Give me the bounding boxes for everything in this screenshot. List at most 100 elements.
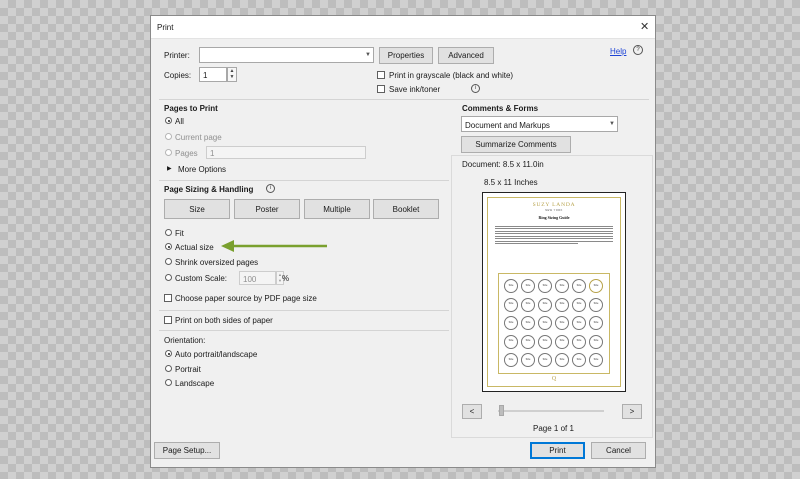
printer-label: Printer: <box>164 51 190 60</box>
custom-scale-radio[interactable] <box>165 274 172 281</box>
more-options-label[interactable]: More Options <box>178 165 226 174</box>
copies-label: Copies: <box>164 71 192 80</box>
ring-grid: Size Size Size Size Size Size Size Size Size Siz… <box>504 279 604 367</box>
cancel-button[interactable]: Cancel <box>591 442 646 459</box>
page-scrollbar-thumb[interactable] <box>499 405 504 416</box>
ring-circle: Size <box>589 279 603 293</box>
ring-circle: Size <box>572 353 586 367</box>
print-button[interactable]: Print <box>530 442 585 459</box>
ring-circle: Size <box>538 316 552 330</box>
ring-circle: Size <box>504 353 518 367</box>
instructions-text-block <box>495 224 613 246</box>
ring-circle: Size <box>538 297 552 312</box>
close-icon[interactable]: ✕ <box>640 20 649 33</box>
ring-circle: Size <box>521 353 535 367</box>
landscape-label: Landscape <box>175 379 215 388</box>
landscape-radio[interactable] <box>165 379 172 386</box>
copies-stepper[interactable]: ▲ ▼ <box>227 67 237 82</box>
ring-circle: Size <box>555 297 569 312</box>
pages-label: Pages <box>175 149 198 158</box>
grayscale-label: Print in grayscale (black and white) <box>389 71 514 80</box>
paper-source-checkbox[interactable] <box>164 294 172 302</box>
ring-circle: Size <box>521 334 535 349</box>
ring-circle: Size <box>521 279 535 293</box>
ring-circle: Size <box>572 297 586 312</box>
save-ink-info-icon[interactable]: i <box>471 84 480 93</box>
next-page-button[interactable]: > <box>622 404 642 419</box>
properties-button[interactable]: Properties <box>379 47 433 64</box>
page-indicator: Page 1 of 1 <box>533 424 574 433</box>
comments-select-value: Document and Markups <box>465 121 550 130</box>
ring-circle: Size <box>538 353 552 367</box>
actual-size-radio[interactable] <box>165 243 172 250</box>
save-ink-checkbox[interactable] <box>377 85 385 93</box>
custom-scale-label: Custom Scale: <box>175 274 228 283</box>
page-setup-button[interactable]: Page Setup... <box>154 442 220 459</box>
ring-circle: Size <box>504 316 518 330</box>
custom-scale-input[interactable]: 100 <box>239 271 276 285</box>
page-sizing-heading: Page Sizing & Handling <box>164 185 254 194</box>
document-size-label: Document: 8.5 x 11.0in <box>462 160 544 169</box>
ring-circle: Size <box>504 334 518 349</box>
pages-to-print-heading: Pages to Print <box>164 104 218 113</box>
paper-source-label: Choose paper source by PDF page size <box>175 294 317 303</box>
help-info-icon[interactable]: ? <box>633 45 643 55</box>
ring-circle: Size <box>589 353 603 367</box>
sizing-divider <box>159 310 449 311</box>
all-pages-radio[interactable] <box>165 117 172 124</box>
help-link[interactable]: Help <box>610 47 626 56</box>
stepper-down-icon[interactable]: ▼ <box>228 74 236 80</box>
poster-tab[interactable]: Poster <box>234 199 300 219</box>
highlight-arrow-icon <box>221 240 327 252</box>
ring-circle: Size <box>555 279 569 293</box>
orientation-label: Orientation: <box>164 336 206 345</box>
page-preview: SUZY LANDA NEW YORK Ring Sizing Guide Si… <box>482 192 626 392</box>
shrink-radio[interactable] <box>165 258 172 265</box>
save-ink-label: Save ink/toner <box>389 85 441 94</box>
sheet-size-label: 8.5 x 11 Inches <box>484 178 538 187</box>
ring-circle: Size <box>589 334 603 349</box>
prev-page-button[interactable]: < <box>462 404 482 419</box>
ring-circle: Size <box>521 316 535 330</box>
actual-size-label: Actual size <box>175 243 214 252</box>
grayscale-checkbox[interactable] <box>377 71 385 79</box>
duplex-divider <box>159 330 449 331</box>
advanced-button[interactable]: Advanced <box>438 47 494 64</box>
printer-select[interactable]: ▼ <box>199 47 374 63</box>
ring-circle: Size <box>555 353 569 367</box>
ring-circle: Size <box>521 297 535 312</box>
top-divider <box>159 99 649 100</box>
auto-orientation-radio[interactable] <box>165 350 172 357</box>
page-sizing-info-icon[interactable]: i <box>266 184 275 193</box>
booklet-tab[interactable]: Booklet <box>373 199 439 219</box>
comments-chevron-down-icon: ▼ <box>609 121 615 127</box>
shrink-label: Shrink oversized pages <box>175 258 259 267</box>
summarize-comments-button[interactable]: Summarize Comments <box>461 136 571 153</box>
multiple-tab[interactable]: Multiple <box>304 199 370 219</box>
ring-circle: Size <box>504 297 518 312</box>
ring-circle: Size <box>572 334 586 349</box>
custom-scale-value: 100 <box>243 275 257 284</box>
ring-circle: Size <box>572 279 586 293</box>
portrait-radio[interactable] <box>165 365 172 372</box>
ring-circle: Size <box>555 316 569 330</box>
brand-city: NEW YORK <box>545 209 563 212</box>
expand-triangle-icon[interactable]: ▶ <box>167 165 172 172</box>
page-scrollbar[interactable] <box>498 410 604 412</box>
current-page-radio[interactable] <box>165 133 172 140</box>
window-title: Print <box>157 23 174 32</box>
both-sides-checkbox[interactable] <box>164 316 172 324</box>
copies-input[interactable]: 1 <box>199 67 227 82</box>
auto-orientation-label: Auto portrait/landscape <box>175 350 258 359</box>
size-tab[interactable]: Size <box>164 199 230 219</box>
pages-range-input[interactable]: 1 <box>206 146 366 159</box>
comments-select[interactable]: Document and Markups ▼ <box>461 116 618 132</box>
comments-heading: Comments & Forms <box>462 104 539 113</box>
ring-circle: Size <box>589 316 603 330</box>
chevron-down-icon: ▼ <box>365 52 371 58</box>
percent-label: % <box>282 274 290 283</box>
ring-circle: Size <box>538 279 552 293</box>
print-dialog: Print ✕ Printer: ▼ Properties Advanced H… <box>150 15 656 468</box>
pages-radio[interactable] <box>165 149 172 156</box>
fit-radio[interactable] <box>165 229 172 236</box>
